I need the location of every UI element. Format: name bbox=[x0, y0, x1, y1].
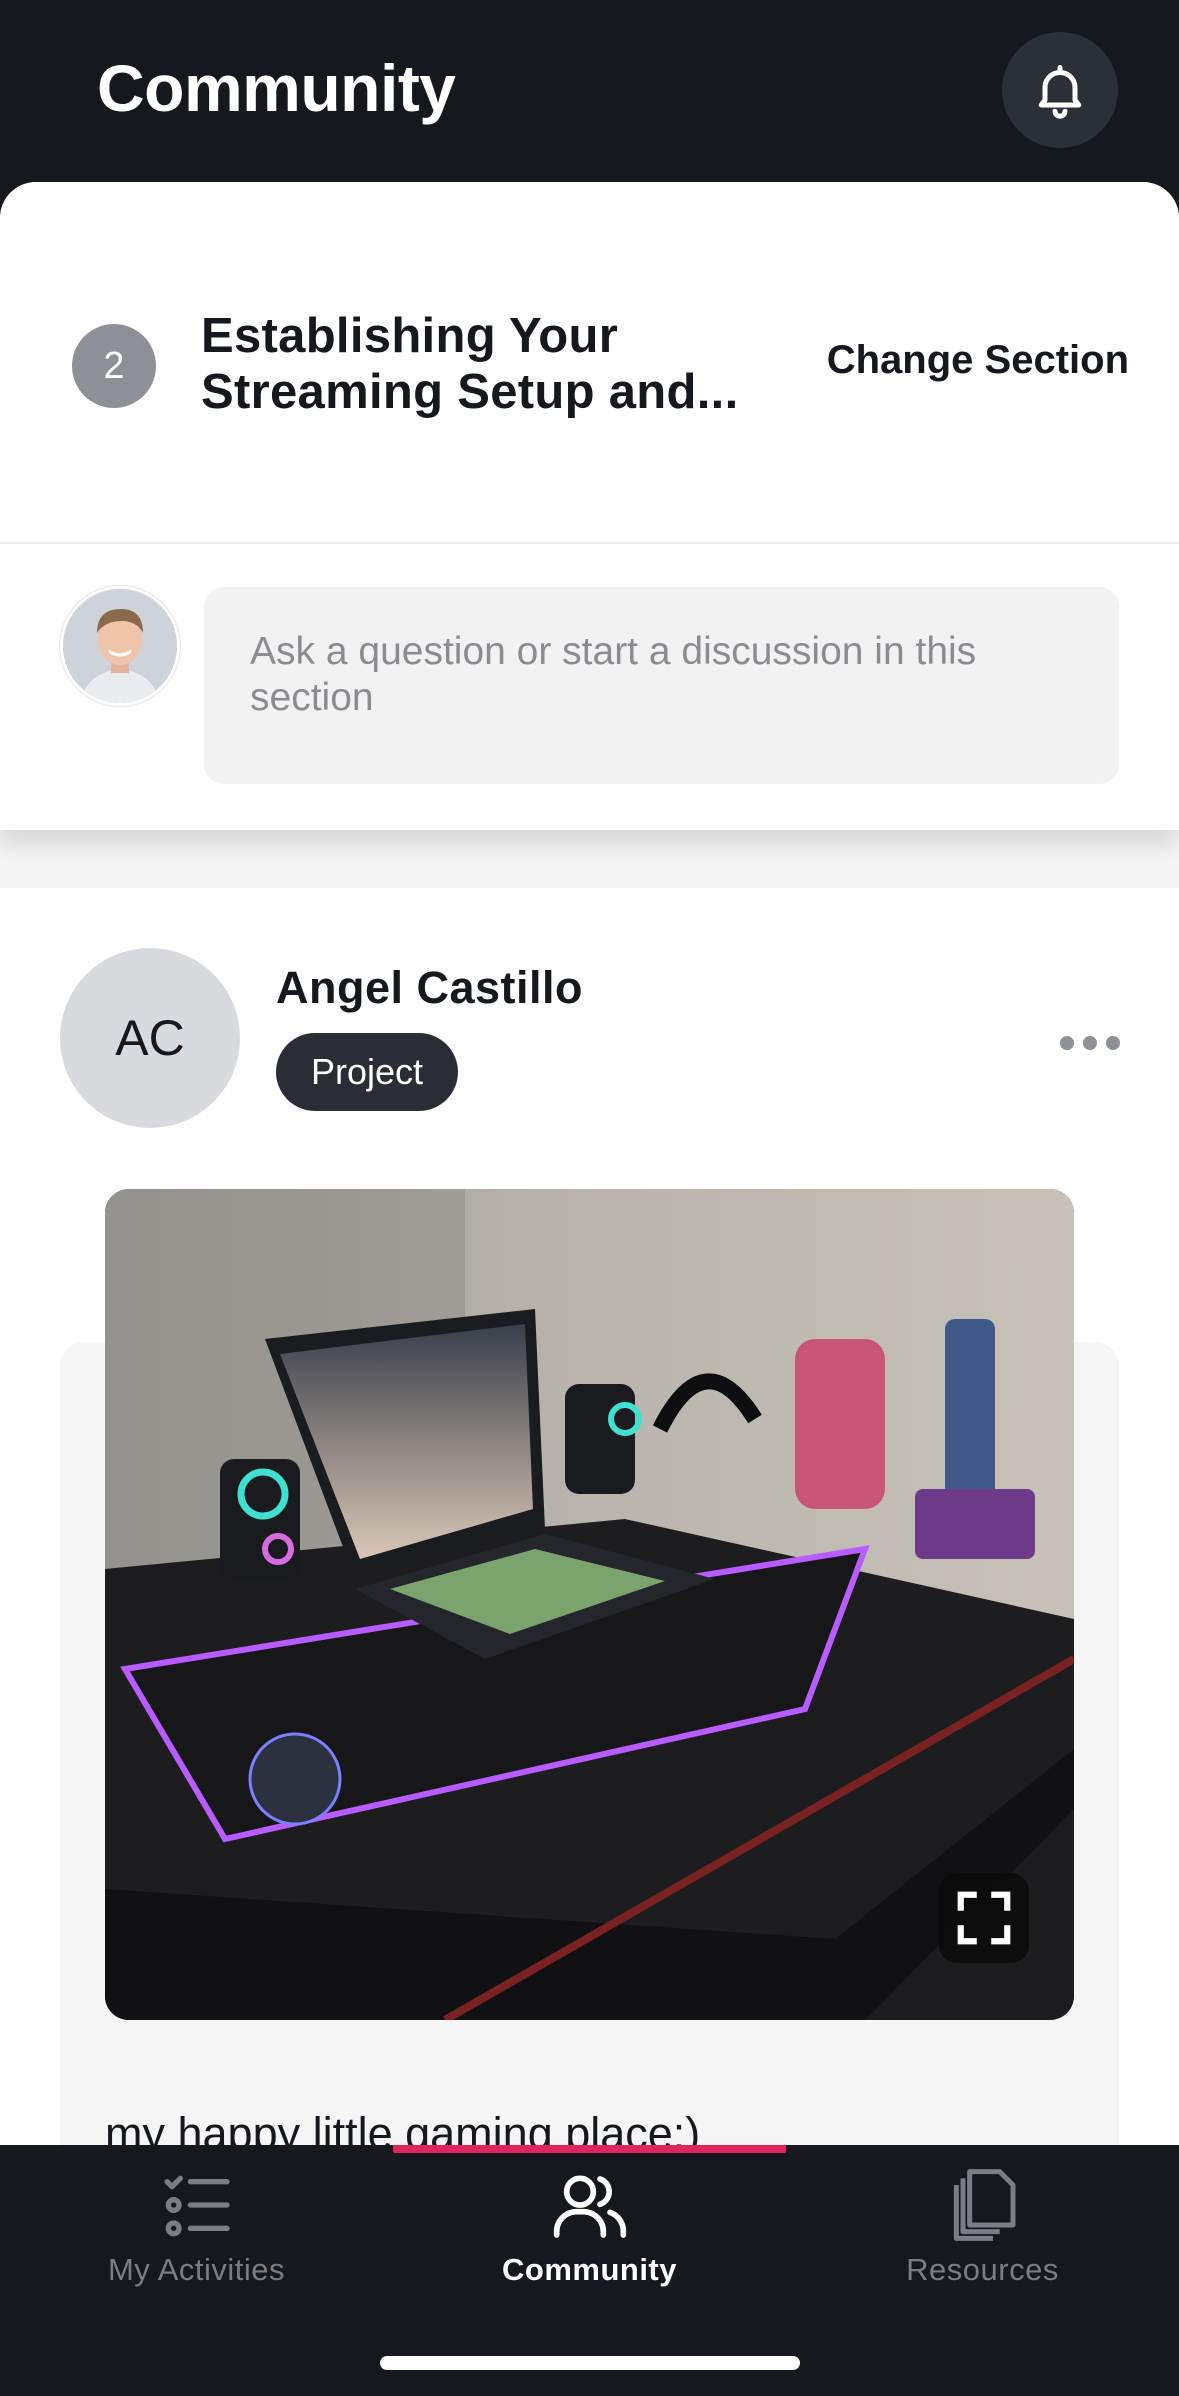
tab-my-activities[interactable]: My Activities bbox=[0, 2145, 393, 2325]
page-title: Community bbox=[97, 51, 456, 125]
app-header: Community bbox=[0, 0, 1179, 190]
divider bbox=[0, 542, 1179, 544]
discussion-input[interactable]: Ask a question or start a discussion in … bbox=[204, 587, 1119, 784]
post-tag: Project bbox=[276, 1033, 459, 1111]
section-number-badge: 2 bbox=[72, 324, 156, 408]
post-photo[interactable] bbox=[105, 1189, 1074, 2020]
documents-icon bbox=[953, 2169, 1015, 2241]
author-name[interactable]: Angel Castillo bbox=[276, 962, 583, 1014]
section-title: Establishing Your Streaming Setup and... bbox=[201, 309, 739, 419]
tab-label: Resources bbox=[906, 2252, 1059, 2287]
list-icon bbox=[163, 2175, 230, 2237]
bell-icon bbox=[1038, 65, 1082, 119]
people-icon bbox=[553, 2175, 626, 2238]
author-avatar: AC bbox=[60, 948, 240, 1128]
section-card: 2 Establishing Your Streaming Setup and.… bbox=[0, 182, 1179, 830]
change-section-button[interactable]: Change Section bbox=[827, 338, 1129, 383]
fullscreen-icon bbox=[957, 1891, 1011, 1945]
tab-label: My Activities bbox=[107, 2252, 286, 2287]
expand-image-button[interactable] bbox=[939, 1873, 1029, 1963]
user-avatar bbox=[60, 586, 180, 706]
tab-community[interactable]: Community bbox=[393, 2145, 786, 2325]
more-dots-icon bbox=[1060, 1036, 1074, 1050]
more-options-button[interactable] bbox=[1060, 1032, 1120, 1054]
tab-resources[interactable]: Resources bbox=[786, 2145, 1179, 2325]
tab-label: Community bbox=[502, 2252, 677, 2287]
notifications-button[interactable] bbox=[1002, 32, 1118, 148]
home-indicator bbox=[380, 2356, 800, 2370]
